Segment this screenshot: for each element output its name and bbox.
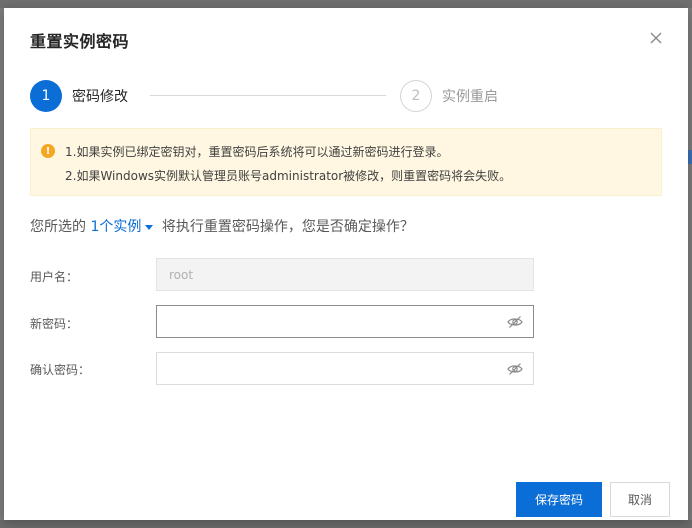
- confirm-suffix: 将执行重置密码操作，您是否确定操作？: [161, 219, 414, 235]
- confirm-message: 您所选的 1个实例 将执行重置密码操作，您是否确定操作？: [30, 216, 414, 236]
- warning-icon: !: [41, 144, 55, 158]
- username-value: root: [169, 267, 194, 282]
- step-2-circle: 2: [400, 80, 432, 112]
- new-password-field-wrapper: [156, 305, 534, 338]
- caret-down-icon: [145, 224, 154, 230]
- close-button[interactable]: [646, 28, 666, 48]
- save-password-button[interactable]: 保存密码: [516, 482, 602, 517]
- username-field: root: [156, 258, 534, 291]
- step-instance-restart: 2 实例重启: [400, 80, 498, 112]
- reset-password-dialog: 重置实例密码 1 密码修改 2 实例重启 ! 1.如果实例已绑定密钥对，重置密码…: [4, 8, 688, 520]
- background-page-edge-bottom: [0, 520, 692, 528]
- username-label: 用户名：: [30, 270, 79, 284]
- eye-slash-icon[interactable]: [507, 362, 523, 376]
- step-2-label: 实例重启: [442, 89, 498, 105]
- step-1-label: 密码修改: [72, 89, 128, 105]
- step-password-change: 1 密码修改: [30, 80, 128, 112]
- cancel-button[interactable]: 取消: [610, 482, 670, 517]
- confirm-password-input[interactable]: [169, 353, 499, 384]
- new-password-label: 新密码：: [30, 317, 79, 331]
- background-page-edge: [0, 0, 692, 8]
- step-connector: [150, 95, 386, 96]
- notice-line-1: 1.如果实例已绑定密钥对，重置密码后系统将可以通过新密码进行登录。: [65, 145, 449, 159]
- dialog-title: 重置实例密码: [30, 32, 130, 51]
- confirm-prefix: 您所选的: [30, 219, 91, 235]
- step-1-circle: 1: [30, 80, 62, 112]
- new-password-input[interactable]: [169, 306, 499, 337]
- confirm-password-field-wrapper: [156, 352, 534, 385]
- selected-instances-dropdown[interactable]: 1个实例: [90, 219, 157, 235]
- warning-notice: ! 1.如果实例已绑定密钥对，重置密码后系统将可以通过新密码进行登录。 2.如果…: [30, 128, 662, 196]
- close-icon: [650, 32, 662, 44]
- selected-instances-link: 1个实例: [90, 219, 142, 235]
- eye-slash-icon[interactable]: [507, 315, 523, 329]
- notice-line-2: 2.如果Windows实例默认管理员账号administrator被修改，则重置…: [65, 169, 512, 183]
- confirm-password-label: 确认密码：: [30, 363, 91, 377]
